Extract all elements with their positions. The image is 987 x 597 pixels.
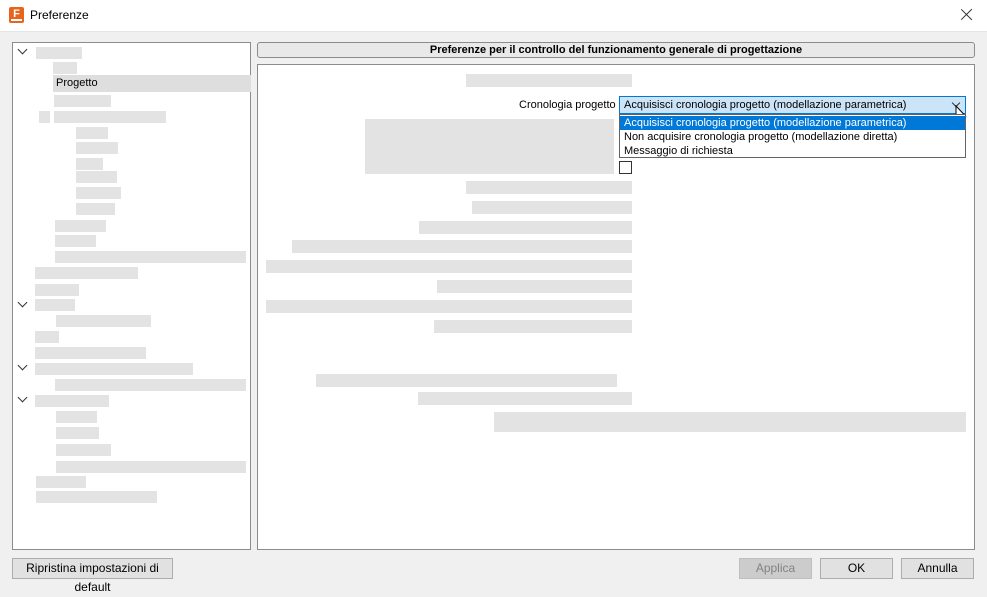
tree-item-label: Progetto (56, 77, 98, 89)
chevron-down-icon[interactable] (17, 44, 28, 55)
tree-item[interactable] (35, 347, 146, 359)
tree-item[interactable] (35, 395, 109, 407)
tree-item[interactable] (55, 220, 106, 232)
combobox-value: Acquisisci cronologia progetto (modellaz… (624, 99, 907, 111)
tree-item[interactable] (35, 299, 75, 311)
tree-item[interactable] (36, 476, 86, 488)
reset-defaults-button[interactable]: Ripristina impostazioni di default (12, 558, 173, 594)
settings-panel: Cronologia progetto Acquisisci cronologi… (257, 64, 975, 550)
tree-item[interactable] (35, 284, 79, 296)
tree-item[interactable] (56, 461, 246, 473)
setting-row (316, 374, 617, 387)
tree-item[interactable] (54, 95, 111, 107)
setting-row (365, 119, 614, 174)
tree-item-progetto[interactable]: Progetto (53, 75, 251, 92)
tree-expander[interactable] (39, 111, 50, 123)
tree-item[interactable] (76, 171, 117, 183)
section-header: Preferenze per il controllo del funziona… (257, 42, 975, 58)
setting-row (418, 392, 632, 405)
dropdown-option[interactable]: Messaggio di richiesta (620, 144, 965, 158)
tree-item[interactable] (53, 62, 77, 74)
tree-item[interactable] (56, 315, 151, 327)
tree-item[interactable] (56, 411, 97, 423)
setting-row (437, 280, 632, 293)
cronologia-dropdown-list[interactable]: Acquisisci cronologia progetto (modellaz… (619, 114, 966, 158)
setting-row (266, 300, 632, 313)
tree-item[interactable] (76, 203, 115, 215)
tree-item[interactable] (55, 235, 96, 247)
chevron-down-icon[interactable] (17, 392, 28, 403)
title-bar: F Preferenze (0, 0, 987, 32)
tree-item[interactable] (56, 427, 99, 439)
setting-row (466, 181, 632, 194)
tree-item[interactable] (76, 127, 108, 139)
ok-button[interactable]: OK (820, 558, 893, 579)
tree-item[interactable] (76, 187, 121, 199)
setting-row (466, 74, 632, 87)
cronologia-combobox[interactable]: Acquisisci cronologia progetto (modellaz… (619, 96, 967, 123)
window-title: Preferenze (30, 8, 89, 22)
setting-row (266, 260, 632, 273)
tree-item[interactable] (36, 491, 157, 503)
setting-row (494, 412, 966, 432)
tree-item[interactable] (35, 331, 59, 343)
tree-item[interactable] (76, 158, 103, 170)
setting-row (434, 320, 632, 333)
setting-row (419, 221, 632, 234)
dropdown-option[interactable]: Acquisisci cronologia progetto (modellaz… (620, 116, 965, 130)
tree-item[interactable] (35, 363, 193, 375)
cancel-button[interactable]: Annulla (901, 558, 974, 579)
dropdown-option[interactable]: Non acquisire cronologia progetto (model… (620, 130, 965, 144)
tree-item[interactable] (55, 251, 246, 263)
chevron-down-icon[interactable] (17, 360, 28, 371)
tree-item[interactable] (54, 111, 166, 123)
apply-button[interactable]: Applica (739, 558, 812, 579)
setting-row (292, 240, 632, 253)
cronologia-label: Cronologia progetto (519, 99, 616, 111)
preferences-tree[interactable]: Progetto (12, 42, 251, 550)
tree-item[interactable] (35, 267, 138, 279)
tree-item[interactable] (76, 142, 118, 154)
setting-row (472, 201, 632, 214)
tree-item[interactable] (36, 47, 82, 59)
close-icon[interactable] (957, 5, 977, 25)
chevron-down-icon[interactable] (17, 297, 28, 308)
tree-item[interactable] (56, 444, 111, 456)
tree-item[interactable] (55, 379, 246, 391)
app-icon: F (9, 7, 24, 23)
setting-checkbox[interactable] (619, 161, 632, 174)
